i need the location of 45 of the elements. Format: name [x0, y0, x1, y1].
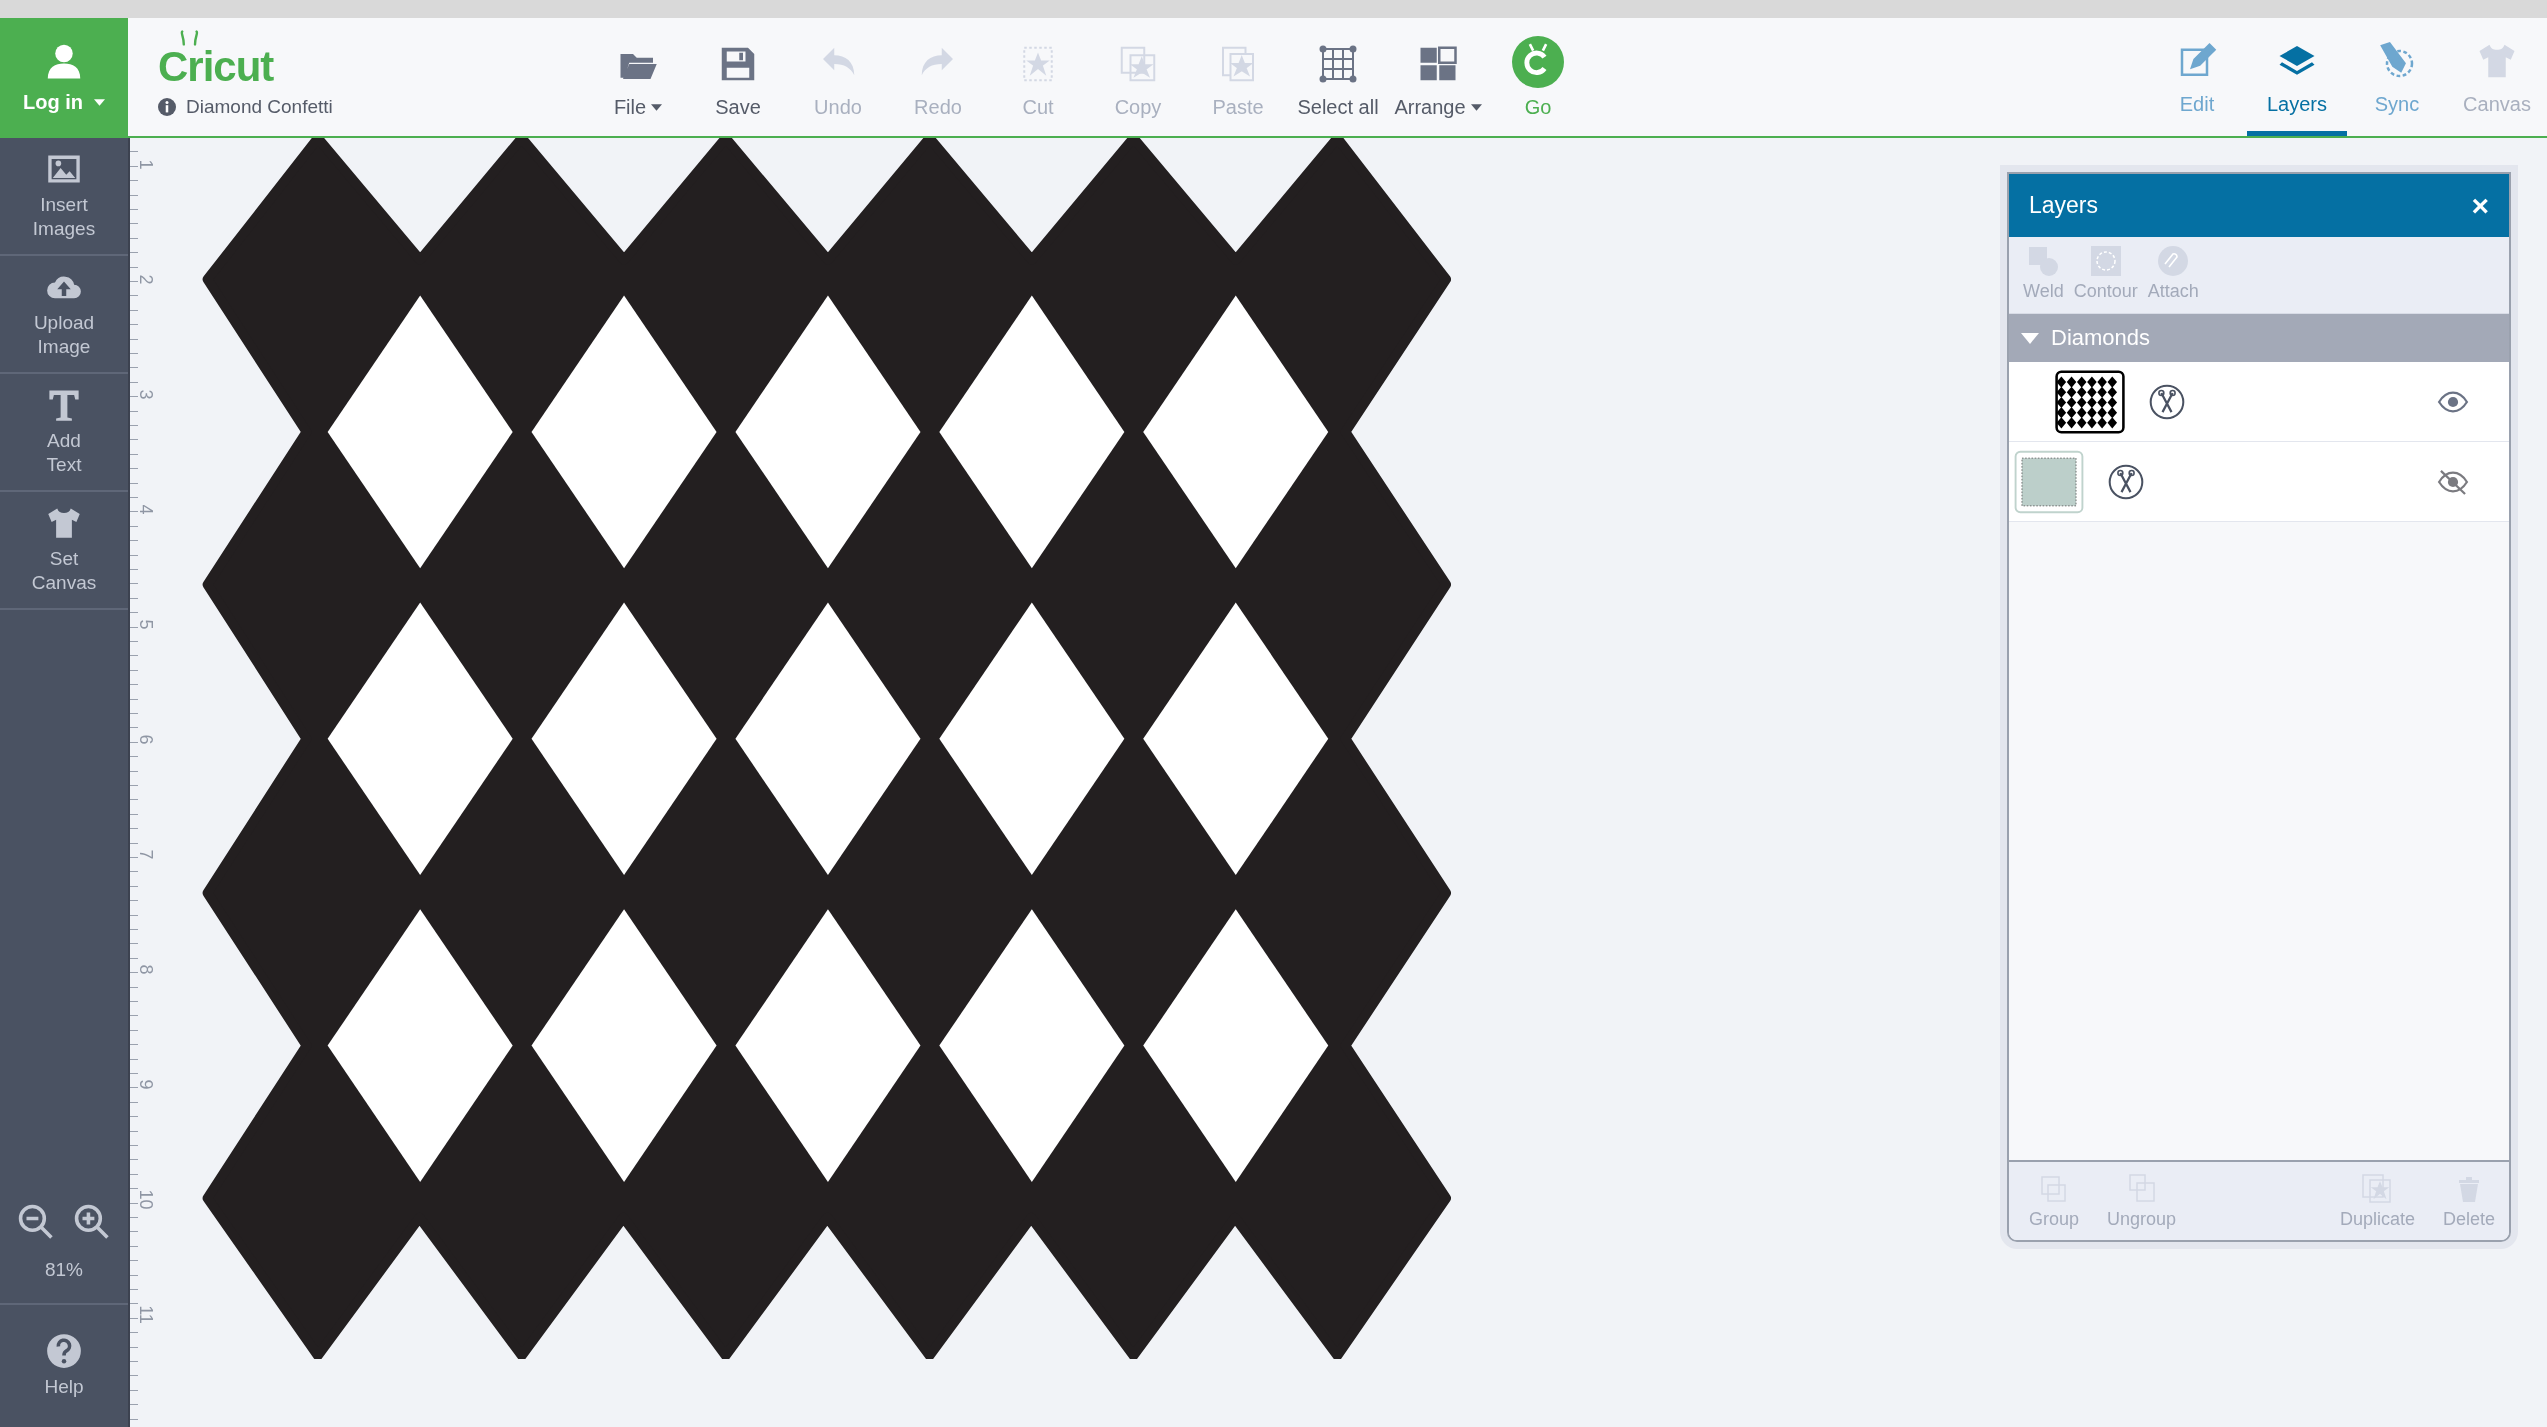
ruler-number: 8 [134, 964, 156, 975]
project-name: Diamond Confetti [186, 96, 333, 118]
zoom-in-button[interactable] [73, 1203, 111, 1241]
scissors-icon[interactable] [2108, 463, 2144, 500]
go-tool-button[interactable]: Go [1488, 18, 1588, 136]
question-mark-icon [46, 1333, 82, 1369]
layer-group-header[interactable]: Diamonds [2009, 314, 2509, 362]
login-button[interactable]: Log in [0, 18, 128, 136]
swatch-thumbnail [2014, 448, 2084, 515]
ruler-number: 6 [134, 734, 156, 745]
ruler-number: 7 [134, 849, 156, 860]
layers-tab[interactable]: Layers [2247, 18, 2347, 136]
caret-icon [2021, 332, 2039, 344]
ruler-number: 2 [134, 274, 156, 285]
sync-tab[interactable]: Sync [2347, 18, 2447, 136]
ruler-number: 9 [134, 1079, 156, 1090]
layer-row[interactable] [2009, 362, 2509, 442]
go-circle-icon [1512, 35, 1564, 88]
eye-crossed-icon[interactable] [2437, 468, 2469, 495]
scissors-icon[interactable] [2149, 383, 2185, 420]
ruler-number: 4 [134, 504, 156, 515]
save-tool-button[interactable]: Save [688, 18, 788, 136]
paperclip-icon [2157, 245, 2190, 277]
edit-tab[interactable]: Edit [2147, 18, 2247, 136]
panel-title: Layers [2029, 192, 2099, 219]
arrange-tool-button[interactable]: Arrange [1388, 18, 1488, 136]
login-label: Log in [23, 90, 105, 114]
caret-icon [94, 98, 105, 106]
overlapping-shapes-icon [2027, 245, 2060, 277]
ruler-number: 10 [134, 1189, 156, 1210]
grid-icon [1318, 43, 1358, 84]
info-icon [158, 98, 176, 116]
ruler-number: 11 [134, 1305, 156, 1324]
zoom-out-button[interactable] [17, 1203, 55, 1241]
help-button[interactable]: Help [0, 1305, 128, 1427]
close-button[interactable]: × [2471, 188, 2489, 223]
stacked-star-frames-icon [2361, 1172, 2394, 1205]
diamond-pattern-thumbnail [2055, 368, 2125, 435]
ruler-number: 5 [134, 619, 156, 630]
ruler-number: 3 [134, 389, 156, 400]
cricut-logo: Cricut [158, 46, 275, 88]
letter-t-icon [46, 387, 82, 423]
select-tool-button[interactable]: Select all [1288, 18, 1388, 136]
ruler-number: 1 [134, 159, 156, 170]
folder-tool-button[interactable]: File [588, 18, 688, 136]
